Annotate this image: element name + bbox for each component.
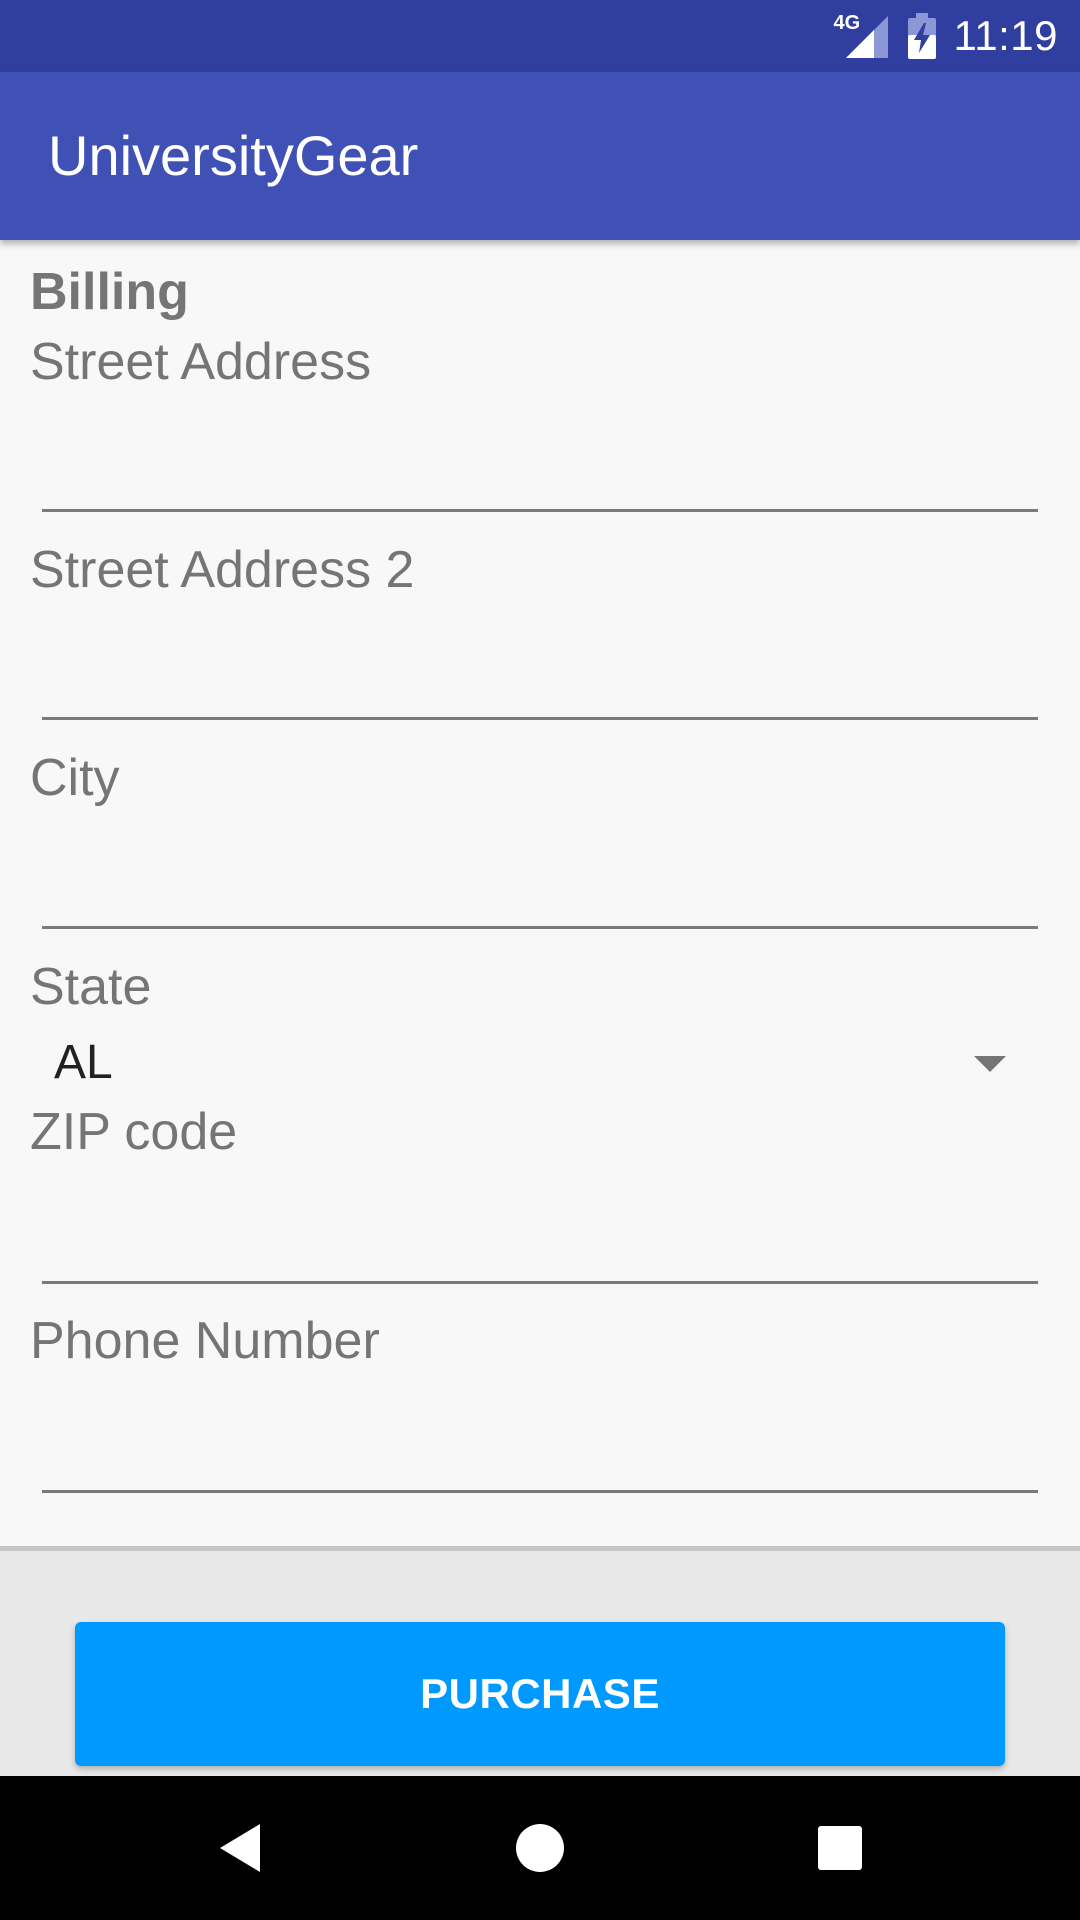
back-icon[interactable] xyxy=(150,1776,330,1920)
state-label: State xyxy=(30,958,152,1016)
city-input[interactable] xyxy=(42,849,1038,929)
dropdown-arrow-icon xyxy=(974,1056,1006,1072)
street-address-input[interactable] xyxy=(42,432,1038,512)
zip-code-input[interactable] xyxy=(42,1204,1038,1284)
app-bar: UniversityGear xyxy=(0,72,1080,240)
phone-number-label: Phone Number xyxy=(30,1312,380,1370)
state-dropdown[interactable]: AL xyxy=(30,1028,1030,1098)
zip-code-label: ZIP code xyxy=(30,1103,238,1161)
street-address-2-label: Street Address 2 xyxy=(30,541,415,599)
purchase-button[interactable]: PURCHASE xyxy=(75,1622,1005,1766)
section-title: Billing xyxy=(30,263,189,321)
street-address-label: Street Address xyxy=(30,333,372,391)
clock: 11:19 xyxy=(953,12,1058,59)
recents-icon[interactable] xyxy=(750,1776,930,1920)
navigation-bar xyxy=(0,1776,1080,1920)
app-title: UniversityGear xyxy=(48,124,419,187)
billing-form: Billing Street Address Street Address 2 … xyxy=(0,240,1080,1550)
street-address-2-input[interactable] xyxy=(42,640,1038,720)
state-selected-value: AL xyxy=(54,1036,113,1089)
home-icon[interactable] xyxy=(450,1776,630,1920)
battery-charging-icon xyxy=(907,13,936,59)
status-icons: 4G 11:19 xyxy=(834,0,1059,72)
signal-icon: 4G xyxy=(834,12,890,58)
status-bar: 4G 11:19 xyxy=(0,0,1080,72)
city-label: City xyxy=(30,749,120,807)
phone-number-input[interactable] xyxy=(42,1413,1038,1493)
